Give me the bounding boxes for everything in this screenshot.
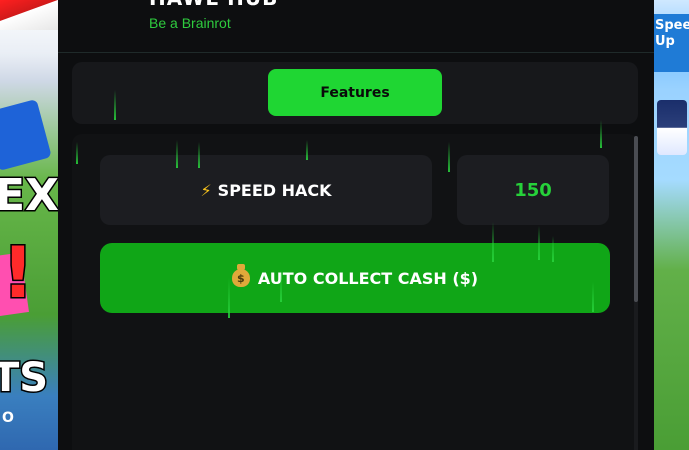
hub-title: HAWL HUB — [149, 0, 278, 10]
code-rain-streak — [228, 278, 230, 318]
auto-collect-cash-label: AUTO COLLECT CASH ($) — [257, 268, 479, 288]
game-rail — [0, 0, 60, 30]
panel-header: HAWL HUB Be a Brainrot — [58, 0, 654, 53]
code-rain-streak — [114, 90, 116, 120]
game-sign-small-text: O — [2, 410, 14, 426]
game-sign-exclamation: ! — [1, 231, 36, 316]
speed-hack-label-card: ⚡ SPEED HACK — [100, 155, 432, 225]
game-sign-text: TS — [0, 354, 50, 403]
auto-collect-cash-button[interactable]: $ AUTO COLLECT CASH ($) — [100, 243, 610, 313]
game-character — [657, 100, 687, 155]
hub-panel: HAWL HUB Be a Brainrot Features ⚡ SPEED … — [58, 0, 654, 450]
code-rain-streak — [492, 222, 494, 262]
game-background-right: Speed Up — [653, 0, 689, 450]
features-content: ⚡ SPEED HACK 150 $ AUTO COLLECT CASH ($) — [72, 134, 638, 450]
money-bag-icon: $ — [231, 264, 250, 287]
lightning-icon: ⚡ — [200, 180, 212, 200]
code-rain-streak — [448, 142, 450, 172]
game-block-blue — [0, 98, 52, 172]
game-sign-text: EX — [0, 169, 60, 223]
code-rain-streak — [600, 120, 602, 148]
code-rain-streak — [306, 140, 308, 160]
code-rain-streak — [198, 142, 200, 168]
code-rain-streak — [538, 226, 540, 260]
scrollbar[interactable] — [634, 136, 638, 450]
game-background-left: EX ! TS O — [0, 0, 60, 450]
speed-hack-label: SPEED HACK — [217, 180, 332, 200]
code-rain-streak — [552, 236, 554, 262]
screen: EX ! TS O Speed Up HAWL HUB Be a Brainro… — [0, 0, 689, 450]
code-rain-streak — [280, 270, 282, 302]
scrollbar-thumb[interactable] — [634, 136, 638, 302]
code-rain-streak — [76, 142, 78, 164]
code-rain-streak — [176, 140, 178, 168]
game-speed-sign: Speed Up — [653, 14, 689, 72]
hub-subtitle: Be a Brainrot — [149, 15, 231, 31]
tab-features[interactable]: Features — [268, 69, 442, 116]
speed-hack-value-input[interactable]: 150 — [457, 155, 609, 225]
tab-bar: Features — [72, 62, 638, 124]
code-rain-streak — [592, 282, 594, 312]
